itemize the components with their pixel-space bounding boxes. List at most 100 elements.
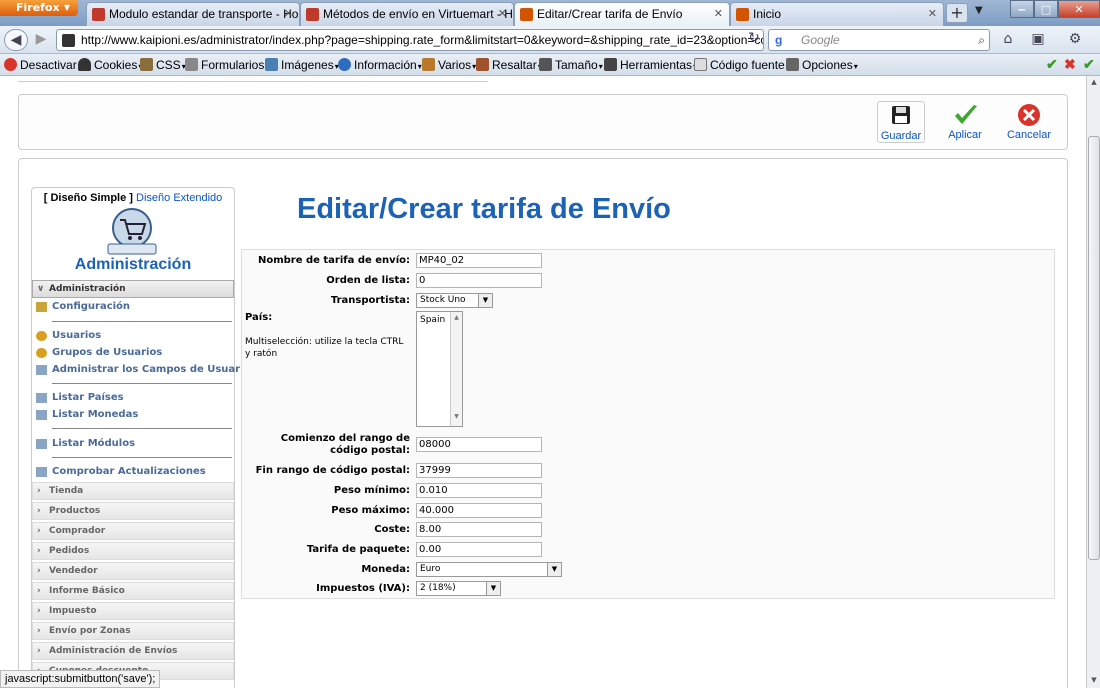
firefox-menu-label: Firefox xyxy=(16,1,60,14)
search-input[interactable]: g Google ⌕ xyxy=(768,29,990,51)
browser-tab-3-active[interactable]: Editar/Crear tarifa de Envío ✕ xyxy=(514,2,730,26)
sidebar-item-listar-paises[interactable]: Listar Países xyxy=(36,392,124,403)
chevron-right-icon: › xyxy=(37,626,41,636)
fields-icon xyxy=(36,365,47,375)
toolbar-item-imagenes[interactable]: Imágenes▾ xyxy=(265,57,339,73)
tab-close-icon[interactable]: ✕ xyxy=(498,3,507,25)
save-button[interactable]: Guardar xyxy=(877,101,925,143)
toolbar-item-tamano[interactable]: Tamaño▾ xyxy=(539,57,603,73)
layout-switch: [ Diseño Simple ] Diseño Extendido xyxy=(32,192,234,204)
cost-input[interactable]: 8.00 xyxy=(416,522,542,537)
toolbar-item-informacion[interactable]: Información▾ xyxy=(338,57,422,73)
toolbar-item-opciones[interactable]: Opciones▾ xyxy=(786,57,858,73)
sidebar-section-informe-basico[interactable]: › Informe Básico xyxy=(32,582,234,600)
layout-simple-link[interactable]: [ Diseño Simple ] xyxy=(44,192,133,204)
forward-arrow-icon[interactable]: ▶ xyxy=(28,29,54,51)
sidebar-item-configuracion[interactable]: Configuración xyxy=(36,301,130,312)
sidebar-section-label: Administración xyxy=(49,284,126,294)
toolbar-item-css[interactable]: CSS▾ xyxy=(140,57,186,73)
sidebar-item-grupos-usuarios[interactable]: Grupos de Usuarios xyxy=(36,347,162,358)
tab-close-icon[interactable]: ✕ xyxy=(284,3,293,25)
toolbar-item-codigo-fuente[interactable]: Código fuente▾ xyxy=(694,57,790,73)
sidebar-divider xyxy=(52,428,232,429)
window-titlebar: Firefox ▼ Modulo estandar de transporte -… xyxy=(0,0,1100,26)
sidebar-item-listar-modulos[interactable]: Listar Módulos xyxy=(36,438,135,449)
sidebar-item-comprobar-actualizaciones[interactable]: Comprobar Actualizaciones xyxy=(36,466,206,477)
toolbar-item-desactivar[interactable]: Desactivar▾ xyxy=(4,57,82,73)
list-order-input[interactable]: 0 xyxy=(416,273,542,288)
listbox-scrollbar[interactable]: ▲ ▼ xyxy=(450,312,462,426)
addon-menu-icon[interactable]: ⚙ xyxy=(1062,29,1088,51)
reload-icon[interactable]: ↻ xyxy=(744,30,764,50)
forms-icon xyxy=(185,58,198,71)
back-arrow-icon[interactable]: ◀ xyxy=(4,29,28,51)
info-icon xyxy=(338,58,351,71)
country-option[interactable]: Spain xyxy=(420,315,445,325)
sidebar-section-productos[interactable]: › Productos xyxy=(32,502,234,520)
window-minimize-button[interactable]: ‒ xyxy=(1010,0,1034,18)
sidebar-item-label: Administrar los Campos de Usuario xyxy=(52,364,251,375)
sidebar-section-vendedor[interactable]: › Vendedor xyxy=(32,562,234,580)
list-tabs-icon[interactable]: ▼ xyxy=(975,5,983,16)
layout-extended-link[interactable]: Diseño Extendido xyxy=(136,192,222,204)
toolbar-item-varios[interactable]: Varios▾ xyxy=(422,57,476,73)
validation-css-ok-icon[interactable]: ✔ xyxy=(1083,56,1095,73)
scroll-down-icon[interactable]: ▼ xyxy=(451,413,462,420)
page-scrollbar[interactable]: ▲ ▼ xyxy=(1086,76,1100,688)
sidebar-section-label: Informe Básico xyxy=(49,586,125,596)
rate-name-input[interactable]: MP40_02 xyxy=(416,253,542,268)
sidebar-item-listar-monedas[interactable]: Listar Monedas xyxy=(36,409,138,420)
new-tab-button[interactable]: + xyxy=(946,3,968,23)
carrier-label: Transportista: xyxy=(330,295,410,306)
cancel-button[interactable]: Cancelar xyxy=(1005,101,1053,143)
window-close-button[interactable]: ✕ xyxy=(1058,0,1100,18)
sidebar-section-impuesto[interactable]: › Impuesto xyxy=(32,602,234,620)
toolbar-item-label: Formularios xyxy=(201,58,265,72)
weight-min-input[interactable]: 0.010 xyxy=(416,483,542,498)
toolbar-item-formularios[interactable]: Formularios▾ xyxy=(185,57,269,73)
browser-tab-4[interactable]: Inicio ✕ xyxy=(730,2,944,26)
sidebar-section-administracion[interactable]: ∨ Administración xyxy=(32,280,234,298)
carrier-selected-value: Stock Uno xyxy=(420,295,466,305)
country-multiselect[interactable]: Spain ▲ ▼ xyxy=(416,311,463,427)
tab-close-icon[interactable]: ✕ xyxy=(928,3,937,25)
scrollbar-thumb[interactable] xyxy=(1088,136,1100,560)
user-groups-icon xyxy=(36,348,47,358)
sidebar-section-tienda[interactable]: › Tienda xyxy=(32,482,234,500)
package-fee-input[interactable]: 0.00 xyxy=(416,542,542,557)
sidebar-section-comprador[interactable]: › Comprador xyxy=(32,522,234,540)
apply-button[interactable]: Aplicar xyxy=(941,101,989,143)
sidebar-section-pedidos[interactable]: › Pedidos xyxy=(32,542,234,560)
sidebar-item-campos-usuario[interactable]: Administrar los Campos de Usuario xyxy=(36,364,251,375)
google-icon[interactable]: g xyxy=(775,30,782,50)
scroll-down-icon[interactable]: ▼ xyxy=(1087,676,1100,684)
toolbar-item-cookies[interactable]: Cookies▾ xyxy=(78,57,142,73)
browser-tab-2[interactable]: Métodos de envío en Virtuemart - Ho... ✕ xyxy=(300,2,514,26)
validation-error-icon[interactable]: ✖ xyxy=(1064,56,1076,73)
tab-favicon-icon xyxy=(520,8,533,21)
toolbar-item-resaltar[interactable]: Resaltar▾ xyxy=(476,57,542,73)
zip-end-input[interactable]: 37999 xyxy=(416,463,542,478)
firefox-menu-button[interactable]: Firefox ▼ xyxy=(0,0,78,16)
toolbar-item-herramientas[interactable]: Herramientas▾ xyxy=(604,57,697,73)
window-maximize-button[interactable]: □ xyxy=(1034,0,1058,18)
sidebar-section-envio-zonas[interactable]: › Envío por Zonas xyxy=(32,622,234,640)
carrier-select[interactable]: Stock Uno ▼ xyxy=(416,293,493,308)
currency-select[interactable]: Euro ▼ xyxy=(416,562,562,577)
home-icon[interactable]: ⌂ xyxy=(995,29,1021,51)
scroll-up-icon[interactable]: ▲ xyxy=(1087,78,1100,86)
sidebar-item-usuarios[interactable]: Usuarios xyxy=(36,330,101,341)
chevron-down-icon: ▼ xyxy=(63,3,70,12)
scroll-up-icon[interactable]: ▲ xyxy=(451,314,462,321)
search-icon[interactable]: ⌕ xyxy=(978,30,985,50)
addon-toolbar-icon[interactable]: ▣ xyxy=(1025,29,1051,51)
validation-ok-icon[interactable]: ✔ xyxy=(1046,56,1058,73)
sidebar-section-administracion-envios[interactable]: › Administración de Envíos xyxy=(32,642,234,660)
tools-icon xyxy=(604,58,617,71)
zip-start-input[interactable]: 08000 xyxy=(416,437,542,452)
tab-close-icon[interactable]: ✕ xyxy=(714,3,723,25)
browser-tab-1[interactable]: Modulo estandar de transporte - Hos... ✕ xyxy=(86,2,300,26)
weight-max-input[interactable]: 40.000 xyxy=(416,503,542,518)
url-bar[interactable]: http://www.kaipioni.es/administrator/ind… xyxy=(56,29,764,51)
tax-select[interactable]: 2 (18%) ▼ xyxy=(416,581,501,596)
